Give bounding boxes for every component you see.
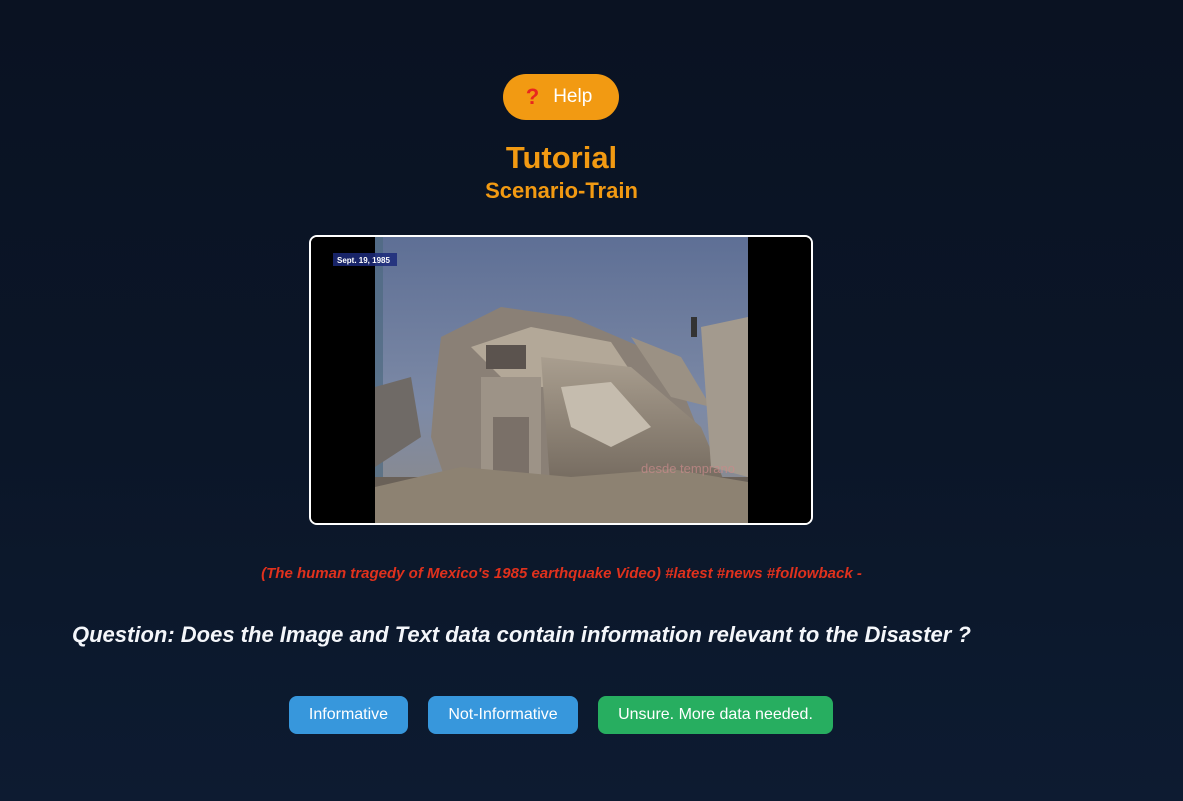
not-informative-button[interactable]: Not-Informative — [428, 696, 578, 734]
disaster-image-frame: Sept. 19, 1985 desde temprano — [309, 235, 813, 525]
help-button-label: Help — [553, 86, 593, 107]
page-subtitle: Scenario-Train — [485, 178, 638, 203]
image-date-overlay: Sept. 19, 1985 — [337, 256, 390, 265]
image-watermark: desde temprano — [641, 461, 735, 476]
disaster-image: Sept. 19, 1985 desde temprano — [311, 237, 811, 523]
page-title: Tutorial — [505, 140, 618, 175]
question-mark-icon: ? — [525, 84, 540, 109]
informative-button[interactable]: Informative — [289, 696, 408, 734]
question-text: Question: Does the Image and Text data c… — [72, 622, 971, 647]
unsure-button[interactable]: Unsure. More data needed. — [598, 696, 833, 734]
help-button[interactable]: ? Help — [503, 74, 619, 120]
tweet-caption: (The human tragedy of Mexico's 1985 eart… — [261, 565, 862, 582]
